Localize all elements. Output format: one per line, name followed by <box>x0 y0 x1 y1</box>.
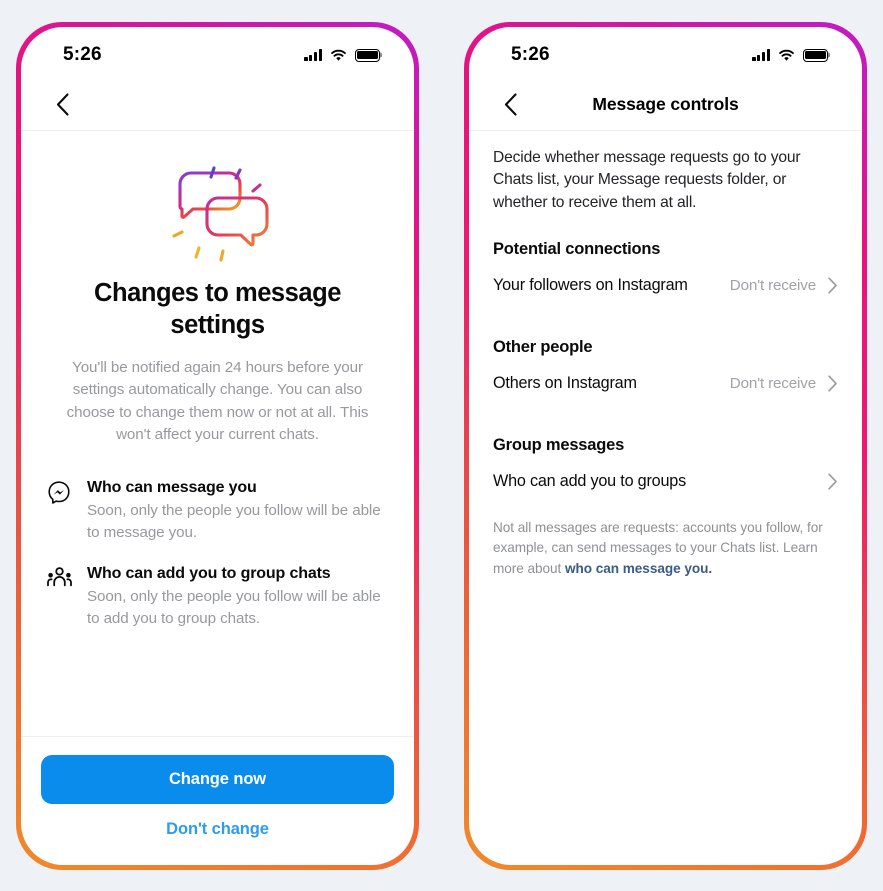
chevron-left-icon <box>56 93 69 116</box>
feature-title: Who can message you <box>87 479 257 496</box>
screen-body-left: Changes to message settings You'll be no… <box>21 131 414 865</box>
feature-list: Who can message you Soon, only the peopl… <box>21 479 414 651</box>
settings-row-label: Others on Instagram <box>493 373 637 392</box>
battery-full-icon <box>803 48 828 62</box>
settings-row-label: Your followers on Instagram <box>493 275 688 294</box>
status-bar-left: 5:26 <box>21 27 414 79</box>
two-speech-bubbles-illustration <box>171 166 269 262</box>
settings-row-label: Who can add you to groups <box>493 471 686 490</box>
section-heading-potential-connections: Potential connections <box>493 239 661 258</box>
settings-row-others-on-instagram[interactable]: Others on Instagram Don't receive <box>469 357 862 410</box>
dont-change-button[interactable]: Don't change <box>41 804 394 841</box>
status-icons <box>304 48 380 62</box>
group-people-icon <box>45 565 73 591</box>
feature-description: Soon, only the people you follow will be… <box>87 502 381 541</box>
change-now-button[interactable]: Change now <box>41 755 394 804</box>
wifi-icon <box>330 49 347 62</box>
chevron-right-icon <box>828 277 840 294</box>
intro-text: Decide whether message requests go to yo… <box>493 149 801 211</box>
page-title: Message controls <box>592 94 739 114</box>
status-time: 5:26 <box>63 44 102 65</box>
back-button[interactable] <box>45 88 79 122</box>
status-icons <box>752 48 828 62</box>
status-time: 5:26 <box>511 44 550 65</box>
settings-row-value: Don't receive <box>729 374 816 392</box>
hero-subtitle: You'll be notified again 24 hours before… <box>66 359 369 443</box>
battery-full-icon <box>355 48 380 62</box>
section-heading-group-messages: Group messages <box>493 435 625 454</box>
signal-bars-icon <box>304 49 322 61</box>
settings-row-your-followers[interactable]: Your followers on Instagram Don't receiv… <box>469 259 862 312</box>
chevron-left-icon <box>504 93 517 116</box>
feature-description: Soon, only the people you follow will be… <box>87 588 381 627</box>
settings-row-value: Don't receive <box>729 276 816 294</box>
feature-item: Who can add you to group chats Soon, onl… <box>45 565 388 629</box>
screen-body-right: Decide whether message requests go to yo… <box>469 131 862 865</box>
hero-illustration-wrap <box>21 131 414 265</box>
back-button[interactable] <box>493 88 527 122</box>
cta-zone: Change now Don't change <box>21 736 414 865</box>
feature-text: Who can message you Soon, only the peopl… <box>87 479 388 543</box>
status-bar-right: 5:26 <box>469 27 862 79</box>
nav-bar-right: Message controls <box>469 79 862 131</box>
wifi-icon <box>778 49 795 62</box>
phone-screen-right: 5:26 Message controls Decide whether mes… <box>469 27 862 865</box>
who-can-message-you-link[interactable]: who can message you. <box>565 561 712 576</box>
signal-bars-icon <box>752 49 770 61</box>
messenger-bubble-icon <box>45 479 73 505</box>
section-heading-other-people: Other people <box>493 337 593 356</box>
feature-text: Who can add you to group chats Soon, onl… <box>87 565 388 629</box>
phone-screen-left: 5:26 Changes to message settings You'll … <box>21 27 414 865</box>
footnote: Not all messages are requests: accounts … <box>469 508 862 579</box>
screenshot-canvas: 5:26 Changes to message settings You'll … <box>0 0 883 891</box>
chevron-right-icon <box>828 473 840 490</box>
feature-title: Who can add you to group chats <box>87 565 331 583</box>
feature-item: Who can message you Soon, only the peopl… <box>45 479 388 543</box>
chevron-right-icon <box>828 375 840 392</box>
settings-row-who-can-add-you-to-groups[interactable]: Who can add you to groups <box>469 455 862 508</box>
nav-bar-left <box>21 79 414 131</box>
hero-title: Changes to message settings <box>94 279 341 340</box>
phone-mockup-left: 5:26 Changes to message settings You'll … <box>16 22 419 870</box>
phone-mockup-right: 5:26 Message controls Decide whether mes… <box>464 22 867 870</box>
